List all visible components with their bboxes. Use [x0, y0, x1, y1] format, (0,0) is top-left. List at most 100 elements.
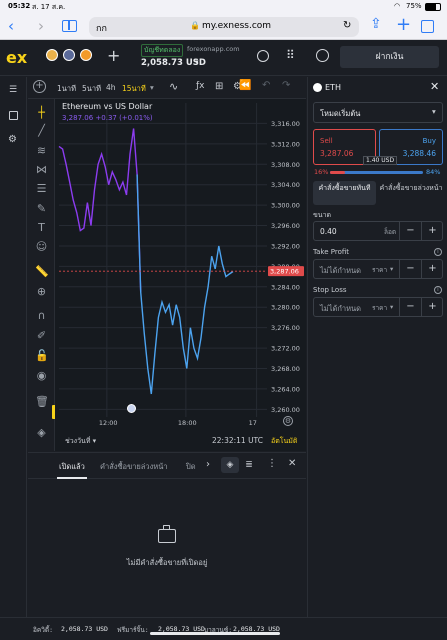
order-symbol: ETH: [325, 83, 341, 92]
auto-scale-toggle[interactable]: อัตโนมัติ: [271, 436, 297, 447]
lock-icon: 🔒: [190, 21, 200, 30]
status-date: ส. 17 ส.ค.: [32, 3, 66, 11]
apps-grid-icon[interactable]: ⠿: [286, 48, 295, 62]
ruler-icon[interactable]: 📏: [35, 265, 49, 278]
chart-canvas[interactable]: 3,316.00 3,312.00 3,308.00 3,304.00 3,300.00…: [55, 99, 306, 451]
instrument-tab-btc-icon[interactable]: [80, 49, 92, 61]
tabs-icon[interactable]: [421, 20, 434, 33]
reader-aa-button[interactable]: กก: [96, 21, 107, 35]
rewind-icon[interactable]: ⏪: [239, 80, 251, 91]
redo-icon[interactable]: ↷: [282, 80, 290, 91]
timeframe-5m[interactable]: 5นาที: [82, 83, 101, 95]
chevron-down-icon: ▾: [195, 58, 199, 66]
exness-logo[interactable]: ex: [6, 48, 27, 67]
text-tool-icon[interactable]: T: [35, 221, 48, 234]
deposit-button[interactable]: ฝากเงิน: [340, 46, 439, 68]
layers-icon[interactable]: ◈: [35, 426, 48, 439]
stop-loss-input[interactable]: ไม่ได้กำหนด ราคา ▾ − +: [313, 297, 443, 317]
sl-increase-button[interactable]: +: [421, 297, 443, 317]
pitchfork-icon[interactable]: ⋈: [35, 163, 48, 176]
crosshair-icon[interactable]: ┼: [35, 106, 48, 119]
lock-drawing-pencil-icon[interactable]: ✐: [35, 329, 48, 342]
y-tick-label: 3,260.00: [271, 406, 300, 414]
parallel-channel-icon[interactable]: ≋: [35, 144, 48, 157]
url-text: my.exness.com: [202, 21, 272, 31]
sidebar-icon[interactable]: [62, 20, 77, 32]
demo-badge: บัญชีทดลอง: [141, 44, 184, 57]
equity-value: 2,058.73 USD: [61, 625, 108, 633]
alarm-clock-icon[interactable]: [257, 50, 269, 62]
stack-icon[interactable]: ≣: [241, 457, 257, 473]
tab-pending-order[interactable]: คำสั่งซื้อขายล่วงหน้า: [379, 181, 443, 205]
magnet-icon[interactable]: ∩: [35, 309, 48, 322]
instrument-tab-eth-icon[interactable]: [46, 49, 58, 61]
trend-line-icon[interactable]: ╱: [35, 124, 48, 137]
calendar-icon[interactable]: [9, 111, 18, 120]
undo-icon[interactable]: ↶: [262, 80, 270, 91]
account-selector[interactable]: บัญชีทดลอง forexonapp.com 2,058.73 USD ▾: [141, 44, 261, 72]
profile-icon[interactable]: [316, 49, 329, 62]
chevron-down-icon: ▾: [432, 107, 436, 116]
server-label: forexonapp.com: [187, 45, 240, 53]
timeframe-4h[interactable]: 4h: [106, 83, 116, 92]
close-panel-icon[interactable]: ✕: [288, 458, 296, 469]
tab-instant-order[interactable]: คำสั่งซื้อขายทันที: [313, 181, 376, 205]
forward-icon[interactable]: ›: [38, 17, 44, 35]
order-mode-select[interactable]: โหมดเริ่มต้น ▾: [313, 102, 443, 123]
empty-positions-message: ไม่มีคำสั่งซื้อขายที่เปิดอยู่: [126, 558, 208, 567]
timeframe-15m[interactable]: 15นาที: [122, 83, 146, 95]
y-tick-label: 3,312.00: [271, 140, 300, 148]
date-range-button[interactable]: ช่วงวันที่ ▾: [65, 436, 96, 447]
brush-icon[interactable]: ✎: [35, 202, 48, 215]
order-mode-value: โหมดเริ่มต้น: [320, 109, 361, 118]
fibonacci-icon[interactable]: ☰: [35, 182, 48, 195]
sell-price: 3,287.06: [320, 149, 354, 158]
us-flag-event-icon[interactable]: [127, 404, 136, 413]
y-tick-label: 3,272.00: [271, 345, 300, 353]
volume-increase-button[interactable]: +: [421, 221, 443, 241]
chevron-right-icon[interactable]: ›: [206, 459, 210, 470]
sentiment-sell-fill: [330, 171, 345, 174]
volume-unit: ล็อต: [384, 228, 397, 236]
tp-info-icon[interactable]: i: [434, 248, 442, 256]
tab-pending[interactable]: คำสั่งซื้อขายล่วงหน้า: [100, 461, 168, 473]
chevron-down-icon[interactable]: ▾: [390, 303, 393, 311]
sl-decrease-button[interactable]: −: [399, 297, 421, 317]
tab-open[interactable]: เปิดแล้ว: [59, 461, 85, 473]
lock-icon[interactable]: 🔓: [35, 349, 49, 362]
layers-toggle-icon[interactable]: ◈: [221, 457, 239, 473]
share-icon[interactable]: ⇪: [370, 16, 382, 32]
price-chart[interactable]: 3,316.00 3,312.00 3,308.00 3,304.00 3,300.00…: [55, 99, 306, 451]
back-icon[interactable]: ‹: [8, 17, 14, 35]
visibility-eye-icon[interactable]: ◉: [35, 369, 48, 382]
new-tab-icon[interactable]: +: [396, 14, 411, 35]
zoom-in-icon[interactable]: ⊕: [35, 285, 48, 298]
tp-decrease-button[interactable]: −: [399, 259, 421, 279]
more-options-icon[interactable]: ⋮: [267, 458, 277, 469]
reload-icon[interactable]: ↻: [343, 20, 351, 31]
add-instrument-icon[interactable]: +: [107, 46, 120, 65]
menu-list-icon[interactable]: ☰: [9, 85, 17, 95]
trash-icon[interactable]: 🗑: [35, 395, 49, 408]
chart-type-line-icon[interactable]: ∿: [169, 80, 178, 93]
take-profit-input[interactable]: ไม่ได้กำหนด ราคา ▾ − +: [313, 259, 443, 279]
volume-input[interactable]: 0.40 ล็อต − +: [313, 221, 443, 241]
chart-settings-small-icon[interactable]: ⚙: [283, 416, 293, 426]
free-margin-label: ฟรีมาร์จิ้น:: [117, 626, 149, 634]
instrument-tab-usd-icon[interactable]: [63, 49, 75, 61]
add-indicator-icon[interactable]: +: [33, 80, 46, 93]
timeframe-1m[interactable]: 1นาที: [57, 83, 76, 95]
volume-decrease-button[interactable]: −: [399, 221, 421, 241]
tp-increase-button[interactable]: +: [421, 259, 443, 279]
settings-gear-icon[interactable]: ⚙: [8, 134, 17, 145]
positions-tabs: เปิดแล้ว คำสั่งซื้อขายล่วงหน้า ปิด › ◈ ≣…: [28, 453, 306, 479]
timeframe-chevron-icon[interactable]: ▾: [150, 83, 154, 92]
tab-closed[interactable]: ปิด: [186, 461, 196, 473]
chevron-down-icon[interactable]: ▾: [390, 265, 393, 273]
layout-grid-icon[interactable]: ⊞: [215, 81, 223, 92]
indicators-icon[interactable]: ƒx: [196, 81, 205, 91]
emoji-icon[interactable]: ☺: [35, 240, 48, 253]
close-order-panel-icon[interactable]: ✕: [430, 80, 439, 93]
sl-info-icon[interactable]: i: [434, 286, 442, 294]
address-bar[interactable]: กก 🔒 my.exness.com ↻: [89, 17, 359, 37]
